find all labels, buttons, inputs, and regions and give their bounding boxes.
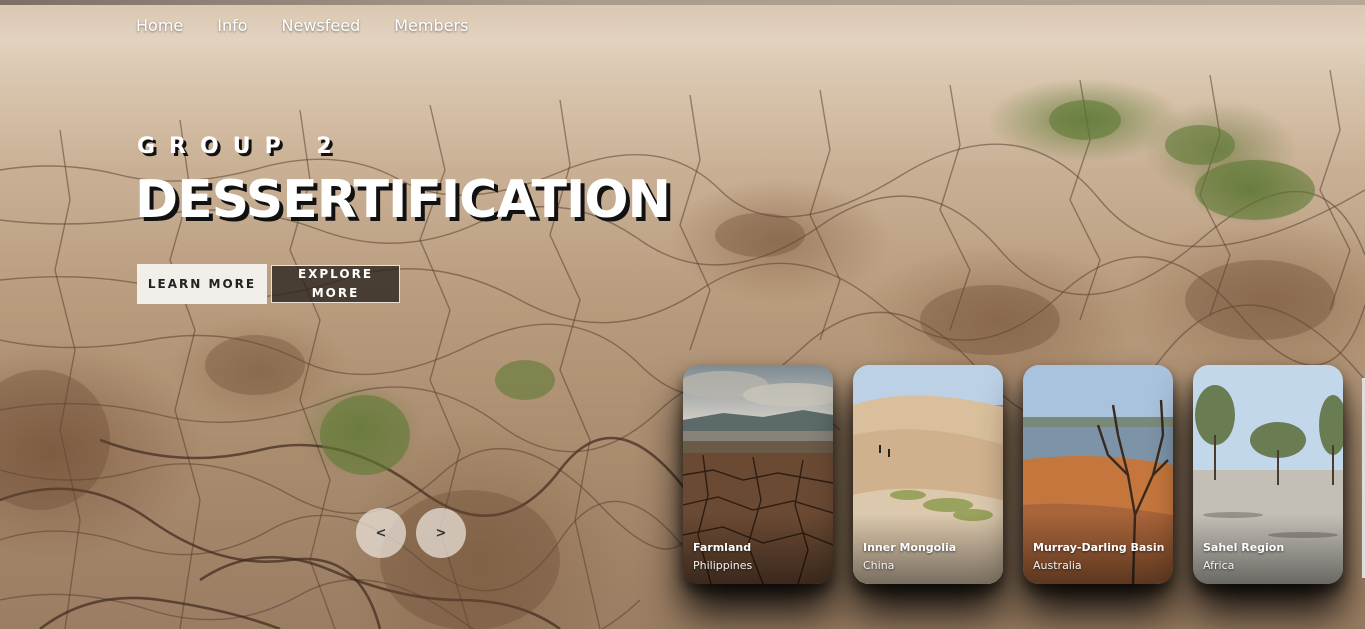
card-location: Australia bbox=[1033, 559, 1082, 572]
explore-more-button[interactable]: EXPLORE MORE bbox=[271, 265, 400, 303]
hero-subtitle: GROUP 2 bbox=[137, 134, 346, 159]
nav-home-link[interactable]: Home bbox=[136, 16, 183, 35]
destination-card-murray-darling-basin[interactable]: Murray-Darling Basin Australia bbox=[1023, 365, 1173, 584]
card-title: Inner Mongolia bbox=[863, 541, 957, 554]
learn-more-button[interactable]: LEARN MORE bbox=[137, 264, 267, 304]
card-title: Sahel Region bbox=[1203, 541, 1285, 554]
chevron-right-icon: > bbox=[435, 525, 447, 541]
card-location: Africa bbox=[1203, 559, 1235, 572]
destination-card-inner-mongolia[interactable]: Inner Mongolia China bbox=[853, 365, 1003, 584]
hero-title: DESSERTIFICATION bbox=[135, 170, 671, 230]
destination-card-farmland[interactable]: Farmland Philippines bbox=[683, 365, 833, 584]
destination-card-sahel-region[interactable]: Sahel Region Africa bbox=[1193, 365, 1343, 584]
next-slide-button[interactable]: > bbox=[416, 508, 466, 558]
chevron-left-icon: < bbox=[375, 525, 387, 541]
nav-members-link[interactable]: Members bbox=[394, 16, 468, 35]
card-title: Farmland bbox=[693, 541, 752, 554]
nav-newsfeed-link[interactable]: Newsfeed bbox=[282, 16, 361, 35]
main-nav: Home Info Newsfeed Members bbox=[136, 16, 502, 35]
card-location: China bbox=[863, 559, 895, 572]
card-title: Murray-Darling Basin bbox=[1033, 541, 1165, 554]
nav-info-link[interactable]: Info bbox=[217, 16, 247, 35]
card-location: Philippines bbox=[693, 559, 753, 572]
prev-slide-button[interactable]: < bbox=[356, 508, 406, 558]
